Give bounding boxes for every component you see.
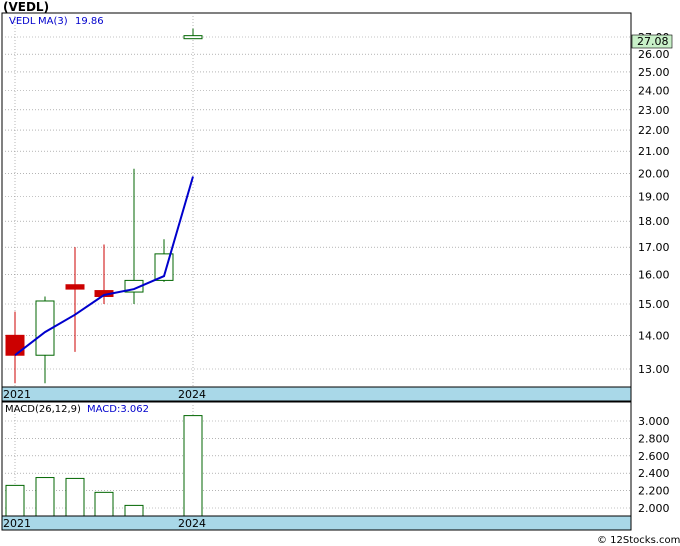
- price-tick-label: 20.00: [638, 167, 670, 180]
- price-tick-label: 23.00: [638, 104, 670, 117]
- macd-bar: [124, 504, 144, 517]
- price-tick-label: 22.00: [638, 124, 670, 137]
- macd-tick-label: 2.600: [638, 450, 670, 463]
- price-year-label: 2024: [178, 388, 206, 401]
- candle-body: [5, 334, 25, 356]
- macd-tick-label: 3.000: [638, 415, 670, 428]
- candle-body: [65, 284, 85, 290]
- macd-tick-label: 2.200: [638, 485, 670, 498]
- price-tick-label: 21.00: [638, 145, 670, 158]
- price-tick-label: 19.00: [638, 191, 670, 204]
- stock-chart: 13.00 14.00 15.00 16.00 17.00 18.00 19.00 20.00…: [1, 0, 680, 546]
- macd-bar: [5, 484, 25, 517]
- macd-date-band: [1, 515, 632, 531]
- price-tick-label: 25.00: [638, 66, 670, 79]
- macd-value-label: MACD:3.062: [87, 404, 149, 415]
- macd-tick-label: 2.400: [638, 467, 670, 480]
- price-date-band: [1, 386, 632, 402]
- price-year-label: 2021: [3, 388, 31, 401]
- price-tick-label: 15.00: [638, 298, 670, 311]
- price-tick-label: 18.00: [638, 215, 670, 228]
- price-tick-label: 16.00: [638, 269, 670, 282]
- macd-bar: [94, 491, 114, 517]
- price-tick-label: 14.00: [638, 329, 670, 342]
- legend-symbol: VEDL: [9, 16, 36, 27]
- price-tick-label: 17.00: [638, 241, 670, 254]
- price-panel: [1, 12, 632, 389]
- legend-ma-label: MA(3): [38, 16, 68, 27]
- chart-title: (VEDL): [3, 0, 49, 14]
- macd-year-label: 2021: [3, 517, 31, 530]
- watermark: © 12Stocks.com: [597, 535, 680, 546]
- candle-body: [183, 35, 203, 40]
- macd-bar: [65, 477, 85, 517]
- macd-tick-label: 2.000: [638, 502, 670, 515]
- last-price-value: 27.08: [637, 35, 669, 48]
- macd-params-label: MACD(26,12,9): [5, 404, 81, 415]
- legend-ma-value: 19.86: [75, 16, 104, 27]
- macd-bar: [35, 477, 55, 517]
- price-tick-label: 26.00: [638, 48, 670, 61]
- price-tick-label: 24.00: [638, 85, 670, 98]
- macd-year-label: 2024: [178, 517, 206, 530]
- macd-bar: [183, 415, 203, 517]
- macd-tick-label: 2.800: [638, 432, 670, 445]
- price-tick-label: 13.00: [638, 363, 670, 376]
